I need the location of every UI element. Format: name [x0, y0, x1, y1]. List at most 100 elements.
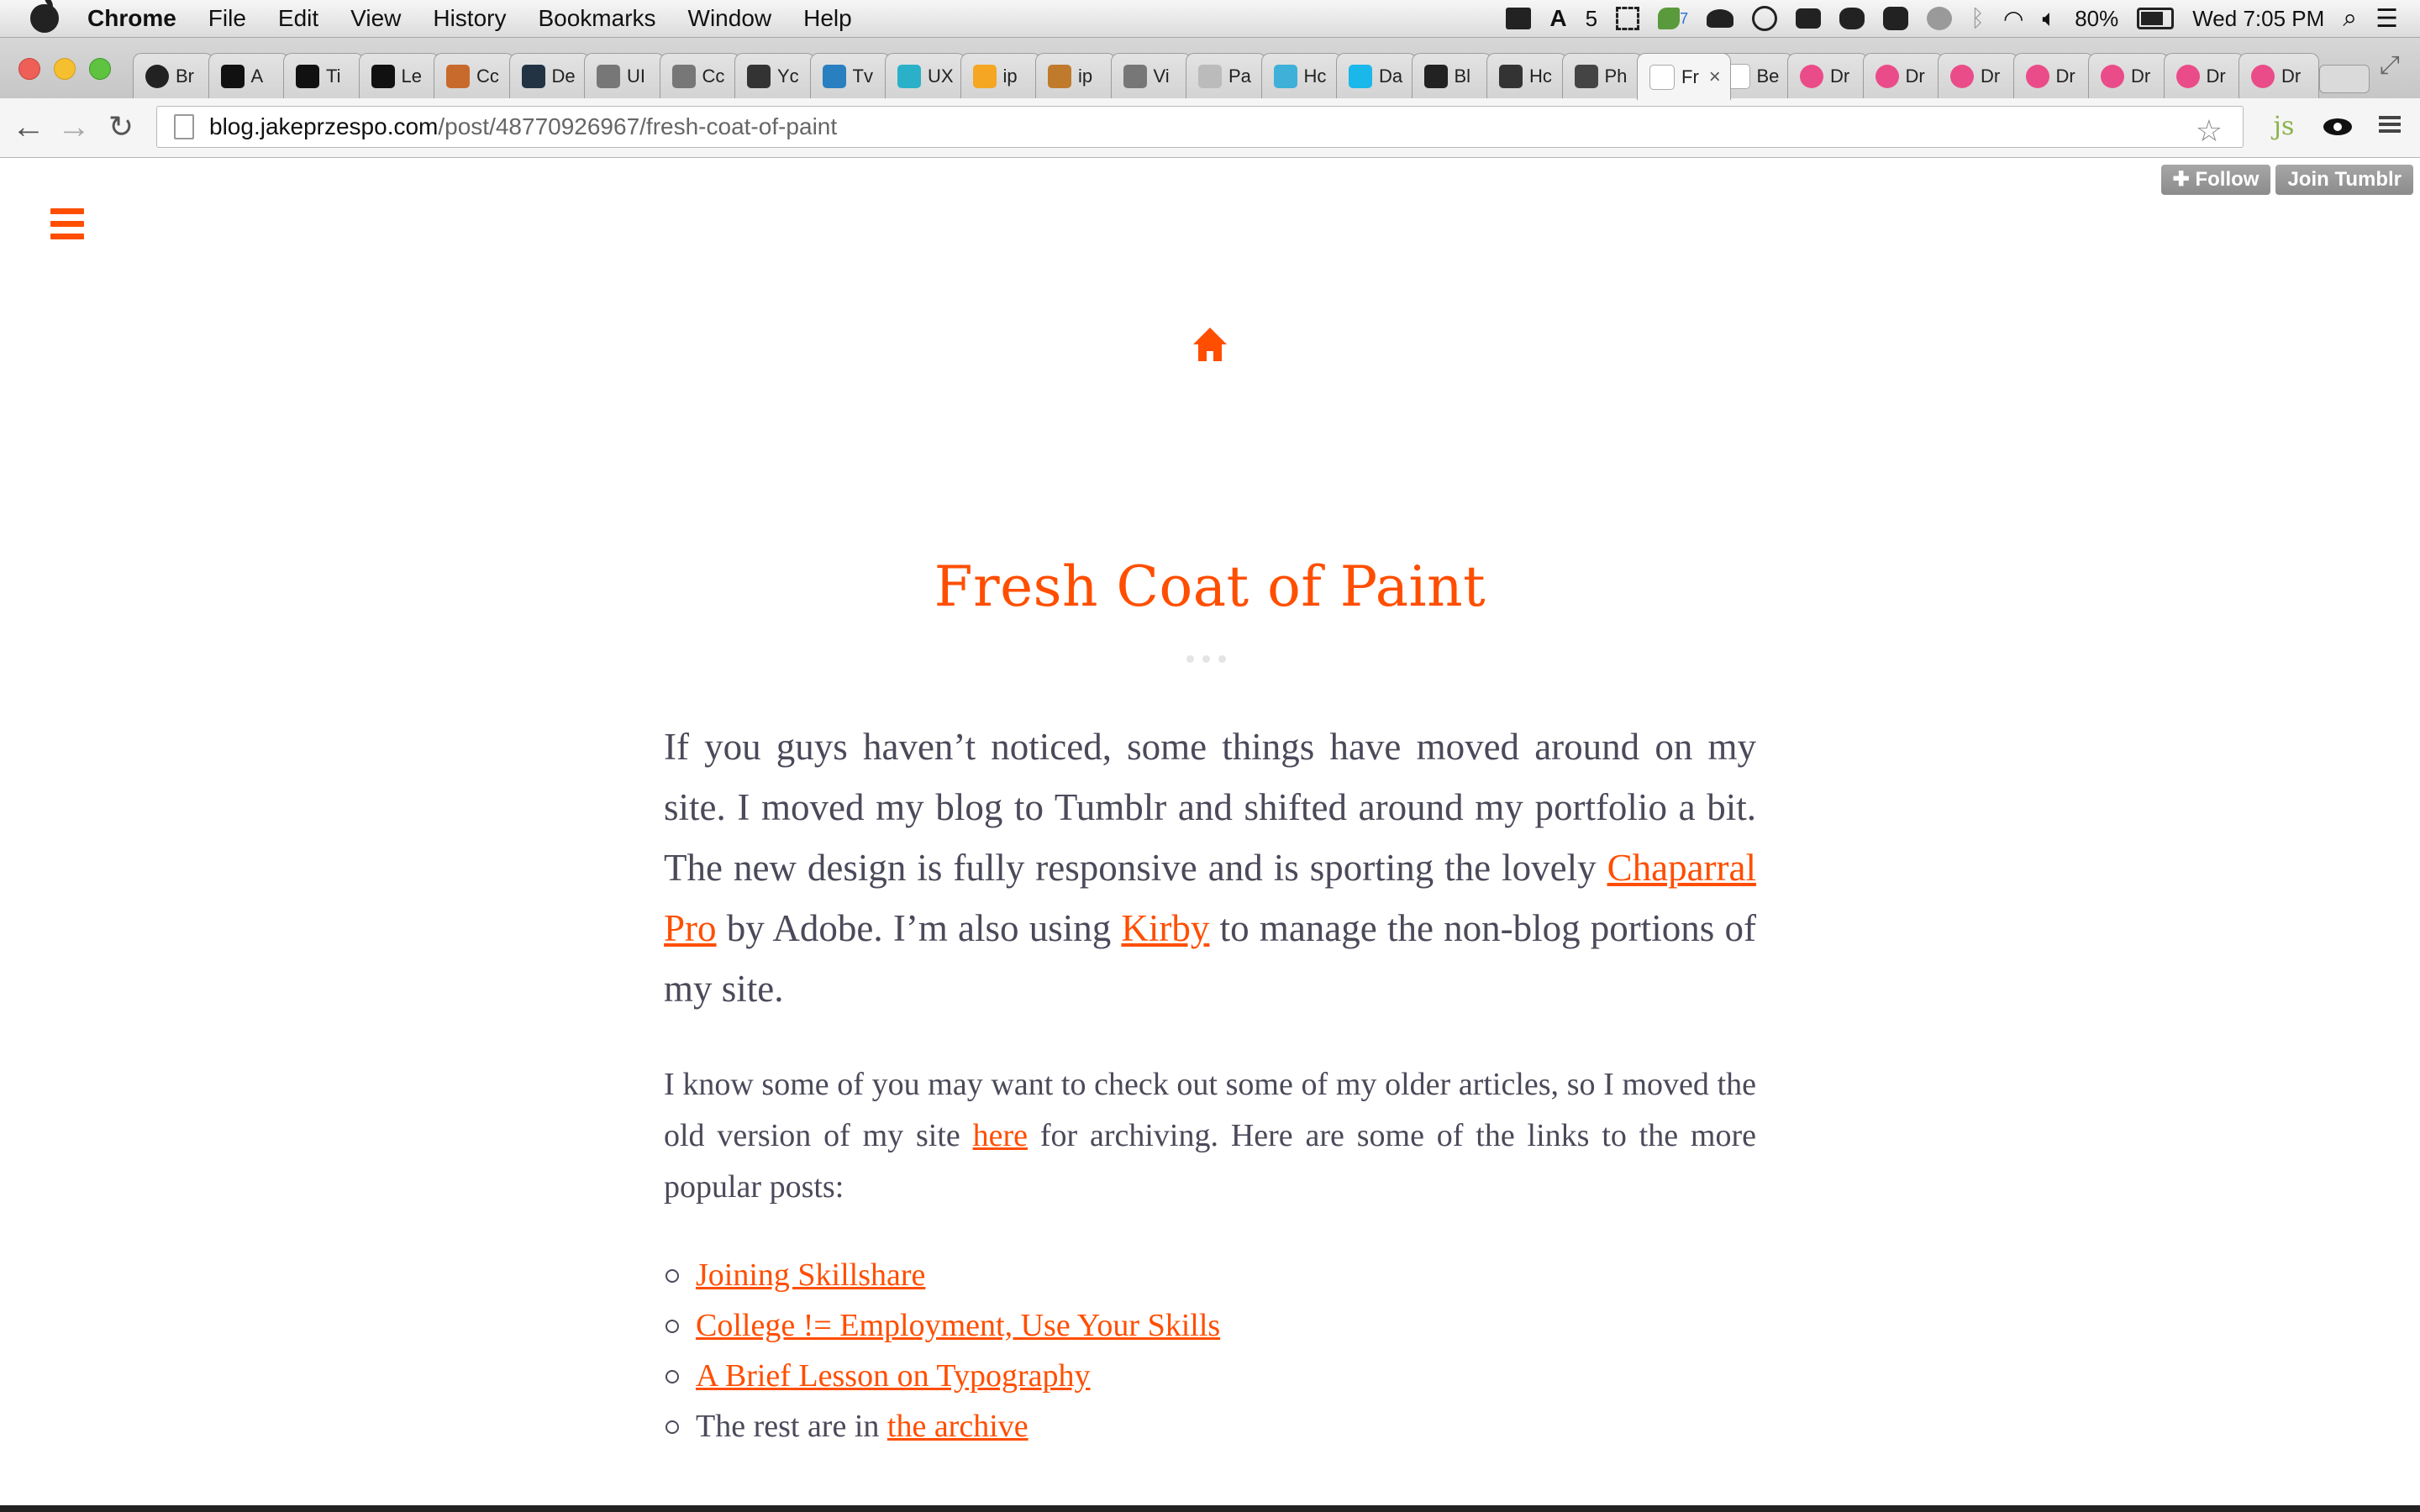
tab[interactable]: Ti — [283, 53, 364, 98]
bluetooth-icon[interactable]: ᛒ — [1970, 5, 1985, 32]
tab[interactable]: Dr — [2238, 53, 2319, 98]
page-icon — [1198, 64, 1222, 88]
back-button[interactable]: ← — [12, 110, 45, 144]
menu-app-name[interactable]: Chrome — [87, 5, 176, 32]
sync-icon[interactable] — [1752, 6, 1778, 31]
tab[interactable]: Tv — [809, 53, 891, 98]
zoom-window-button[interactable] — [89, 58, 111, 80]
tab-label: A — [250, 65, 264, 87]
tab[interactable]: Pa — [1186, 53, 1266, 98]
home-icon[interactable] — [1192, 326, 1228, 363]
here-link[interactable]: here — [973, 1118, 1028, 1153]
post-link-college[interactable]: College != Employment, Use Your Skills — [696, 1308, 1220, 1343]
menu-bookmarks[interactable]: Bookmarks — [538, 5, 655, 32]
clock[interactable]: Wed 7:05 PM — [2192, 6, 2324, 32]
menu-edit[interactable]: Edit — [278, 5, 318, 32]
dribbble-icon — [2251, 64, 2275, 88]
tab[interactable]: Dr — [1862, 53, 1944, 98]
post-link-skillshare[interactable]: Joining Skillshare — [696, 1257, 925, 1293]
tab-label: Dr — [2055, 65, 2075, 87]
dropbox-icon[interactable] — [1506, 8, 1532, 29]
menu-history[interactable]: History — [433, 5, 506, 32]
wifi-icon[interactable]: ◠ — [2003, 5, 2023, 33]
tab-label: UX — [928, 65, 954, 87]
tab-label: ip — [1078, 65, 1093, 87]
address-bar[interactable]: blog.jakeprzespo.com /post/48770926967/f… — [156, 106, 2244, 148]
tab[interactable]: Dr — [1938, 53, 2018, 98]
checkmark-icon[interactable] — [1883, 7, 1909, 30]
evernote-badge: 7 — [1680, 9, 1689, 27]
tab[interactable]: A — [208, 53, 289, 98]
alfred-icon[interactable] — [1707, 9, 1734, 28]
tab-label: Ti — [326, 65, 341, 87]
hamburger-menu-icon[interactable] — [50, 208, 84, 240]
tab[interactable]: Hc — [1260, 53, 1342, 98]
tab[interactable]: Le — [358, 53, 439, 98]
forward-button[interactable]: → — [57, 110, 91, 144]
battery-icon[interactable] — [2137, 8, 2175, 29]
js-extension-icon[interactable]: js — [2269, 112, 2299, 142]
github-icon — [145, 64, 169, 88]
follow-button[interactable]: ✚ Follow — [2160, 165, 2271, 195]
tab[interactable]: Fr × — [1637, 53, 1731, 100]
apple-icon — [1123, 64, 1147, 88]
tab[interactable]: Dr — [1787, 53, 1868, 98]
tab[interactable]: UI — [584, 53, 665, 98]
page-icon — [1574, 64, 1598, 88]
quote-icon — [1273, 64, 1297, 88]
tab[interactable]: Bl — [1411, 53, 1492, 98]
screenshot-icon[interactable] — [1616, 7, 1640, 30]
tab-label: Yc — [777, 65, 799, 87]
spotlight-icon[interactable]: ⌕ — [2343, 4, 2357, 33]
tab[interactable]: Ph — [1561, 53, 1643, 98]
tab[interactable]: Dr — [2088, 53, 2169, 98]
post-link-typography[interactable]: A Brief Lesson on Typography — [696, 1358, 1090, 1394]
chrome-menu-icon[interactable] — [2375, 112, 2405, 142]
tab[interactable]: ip — [960, 53, 1041, 98]
new-tab-button[interactable] — [2319, 65, 2370, 93]
join-tumblr-button[interactable]: Join Tumblr — [2275, 165, 2413, 195]
tab[interactable]: ip — [1035, 53, 1116, 98]
tab[interactable]: Hc — [1486, 53, 1567, 98]
elephant-icon[interactable] — [1839, 8, 1865, 29]
page-icon — [1649, 64, 1675, 90]
minimize-window-button[interactable] — [54, 58, 76, 80]
tab[interactable]: Vi — [1110, 53, 1192, 98]
post-body: If you guys haven’t noticed, some things… — [664, 717, 1756, 1452]
close-window-button[interactable] — [18, 58, 40, 80]
tab[interactable]: Yc — [734, 53, 815, 98]
tab[interactable]: Br — [133, 53, 213, 98]
follow-label: Follow — [2195, 168, 2260, 191]
tab[interactable]: De — [508, 53, 590, 98]
tab-label: Pa — [1228, 65, 1251, 87]
tab[interactable]: Dr — [2012, 53, 2094, 98]
eye-extension-icon[interactable] — [2323, 112, 2353, 142]
menu-view[interactable]: View — [350, 5, 401, 32]
kirby-link[interactable]: Kirby — [1121, 907, 1209, 949]
apple-menu-icon[interactable] — [30, 0, 59, 33]
reload-button[interactable]: ↻ — [104, 110, 138, 144]
tab-label: Dr — [2206, 65, 2226, 87]
menu-window[interactable]: Window — [688, 5, 772, 32]
tab[interactable]: Cc — [434, 53, 514, 98]
tab[interactable]: UX — [885, 53, 965, 98]
volume-icon[interactable]: 🔈︎ — [2042, 5, 2056, 33]
evernote-icon[interactable] — [1658, 8, 1681, 29]
menu-file[interactable]: File — [208, 5, 246, 32]
plus-icon: ✚ — [2172, 168, 2196, 191]
dribbble-icon — [1800, 64, 1823, 88]
tab[interactable]: Cc — [659, 53, 740, 98]
bookmark-star-icon[interactable]: ☆ — [2196, 113, 2223, 149]
adobe-icon[interactable]: A — [1549, 5, 1566, 32]
close-tab-icon[interactable]: × — [1709, 66, 1721, 89]
menu-help[interactable]: Help — [803, 5, 852, 32]
fullscreen-icon[interactable] — [2380, 51, 2402, 80]
time-machine-icon[interactable] — [1927, 7, 1953, 30]
tab[interactable]: Dr — [2163, 53, 2244, 98]
archive-link[interactable]: the archive — [887, 1409, 1028, 1444]
drive-icon[interactable] — [1796, 8, 1822, 29]
tab-label: Le — [401, 65, 422, 87]
tab[interactable]: Da — [1336, 53, 1417, 98]
apple-icon — [671, 64, 696, 88]
notification-center-icon[interactable]: ☰ — [2375, 4, 2398, 34]
